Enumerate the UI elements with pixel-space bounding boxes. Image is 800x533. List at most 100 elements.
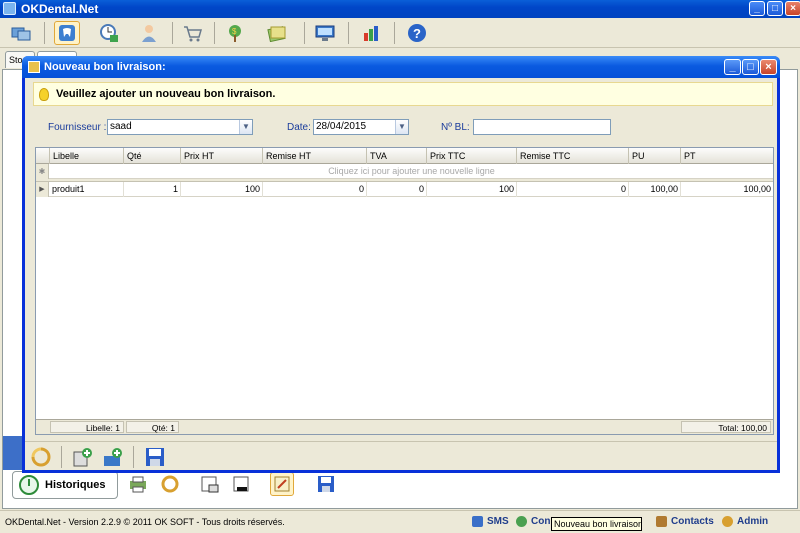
date-value: 28/04/2015 [316,121,367,132]
grid-footer: Libelle: 1 Qté: 1 Total: 100,00 [36,419,773,434]
status-bar: OKDental.Net - Version 2.2.9 © 2011 OK S… [0,510,800,533]
dialog-title: Nouveau bon livraison: [44,61,166,73]
clock-calendar-icon[interactable] [96,21,122,45]
historiques-tab[interactable]: Historiques [12,471,118,499]
admin-link[interactable]: Admin [722,516,768,527]
dialog-toolbar [25,441,777,471]
clock-icon [19,475,39,495]
banner-message: Veuillez ajouter un nouveau bon livraiso… [56,88,276,100]
tooth-icon[interactable] [54,21,80,45]
products-grid[interactable]: Libelle Qté Prix HT Remise HT TVA Prix T… [35,147,774,435]
col-tva[interactable]: TVA [367,148,427,164]
cell-libelle[interactable]: produit1 [50,182,124,197]
refresh-icon-bg[interactable] [158,472,182,496]
chevron-down-icon[interactable]: ▼ [239,120,252,134]
dialog-icon [28,61,40,73]
minimize-button[interactable]: _ [749,1,765,16]
fournisseur-label: Fournisseur : [48,122,107,133]
col-qte[interactable]: Qté [124,148,181,164]
save-icon-bg[interactable] [314,472,338,496]
historiques-label: Historiques [45,479,106,491]
date-picker[interactable]: 28/04/2015 ▼ [313,119,409,135]
chevron-down-icon[interactable]: ▼ [395,120,408,134]
grid-corner [36,148,50,164]
save-icon[interactable] [143,445,167,469]
cell-pu[interactable]: 100,00 [629,182,681,197]
connexion-label: Con [531,516,551,527]
col-remise-ttc[interactable]: Remise TTC [517,148,629,164]
background-blue-strip [3,436,23,470]
col-pu[interactable]: PU [629,148,681,164]
contacts-label: Contacts [671,516,714,527]
grid-header: Libelle Qté Prix HT Remise HT TVA Prix T… [36,148,773,164]
fournisseur-value: saad [110,121,132,132]
cart-icon[interactable] [180,21,206,45]
footer-total: Total: 100,00 [681,421,771,433]
footer-qte-count: Qté: 1 [126,421,179,433]
contacts-icon [656,516,667,527]
new-row-indicator: ✱ [36,164,49,179]
header-form: Fournisseur : saad ▼ Date: 28/04/2015 ▼ … [25,119,775,137]
version-text: OKDental.Net - Version 2.2.9 © 2011 OK S… [5,517,285,527]
user-icon [516,516,527,527]
nbl-input[interactable] [473,119,611,135]
add-row-icon[interactable] [198,472,222,496]
svg-text:?: ? [413,26,421,41]
remove-row-icon[interactable] [230,472,254,496]
add-document-icon[interactable] [71,445,95,469]
add-payment-icon[interactable] [101,445,125,469]
nouveau-bon-livraison-dialog: Nouveau bon livraison: _ □ × Veuillez aj… [22,56,780,473]
maximize-button[interactable]: □ [767,1,783,16]
sms-icon [472,516,483,527]
patient-icon[interactable] [136,21,162,45]
admin-label: Admin [737,516,769,527]
cell-remise-ttc[interactable]: 0 [517,182,629,197]
lightbulb-icon [39,87,49,101]
app-icon [3,2,16,15]
cell-prix-ht[interactable]: 100 [181,182,263,197]
col-prix-ht[interactable]: Prix HT [181,148,263,164]
new-row-hint: Cliquez ici pour ajouter une nouvelle li… [328,166,495,176]
cell-qte[interactable]: 1 [124,182,181,197]
main-toolbar: $ ? [0,18,800,48]
connexion-link[interactable]: Con [516,516,550,527]
dialog-maximize-button[interactable]: □ [742,59,759,75]
dialog-close-button[interactable]: × [760,59,777,75]
refresh-icon[interactable] [29,445,53,469]
tooltip: Nouveau bon livraison: [551,517,642,531]
app-title-bar: OKDental.Net _ □ × [0,0,800,18]
row-indicator: ▶ [36,182,49,197]
cell-tva[interactable]: 0 [367,182,427,197]
admin-icon [722,516,733,527]
contacts-link[interactable]: Contacts [656,516,714,527]
col-remise-ht[interactable]: Remise HT [263,148,367,164]
cell-pt[interactable]: 100,00 [681,182,773,197]
money-tree-icon[interactable]: $ [222,21,248,45]
cell-remise-ht[interactable]: 0 [263,182,367,197]
close-button[interactable]: × [785,1,800,16]
col-pt[interactable]: PT [681,148,773,164]
notes-icon[interactable] [264,21,290,45]
col-prix-ttc[interactable]: Prix TTC [427,148,517,164]
info-banner: Veuillez ajouter un nouveau bon livraiso… [33,82,773,106]
app-title: OKDental.Net [21,2,99,16]
monitor-icon[interactable] [312,21,338,45]
print-icon[interactable] [126,472,150,496]
edit-icon[interactable] [270,472,294,496]
nbl-label: Nº BL: [441,122,470,133]
footer-libelle-count: Libelle: 1 [50,421,124,433]
new-row[interactable]: ✱ Cliquez ici pour ajouter une nouvelle … [36,164,773,179]
dialog-minimize-button[interactable]: _ [724,59,741,75]
cards-icon[interactable] [8,21,34,45]
fournisseur-combo[interactable]: saad ▼ [107,119,253,135]
chart-icon[interactable] [358,21,384,45]
cell-prix-ttc[interactable]: 100 [427,182,517,197]
table-row[interactable]: ▶ produit1 1 100 0 0 100 0 100,00 100,00 [36,182,773,197]
help-icon[interactable]: ? [404,21,430,45]
date-label: Date: [287,122,311,133]
sms-label: SMS [487,516,509,527]
sms-link[interactable]: SMS [472,516,509,527]
dialog-title-bar: Nouveau bon livraison: _ □ × [22,56,780,78]
col-libelle[interactable]: Libelle [50,148,124,164]
svg-text:$: $ [232,27,237,36]
